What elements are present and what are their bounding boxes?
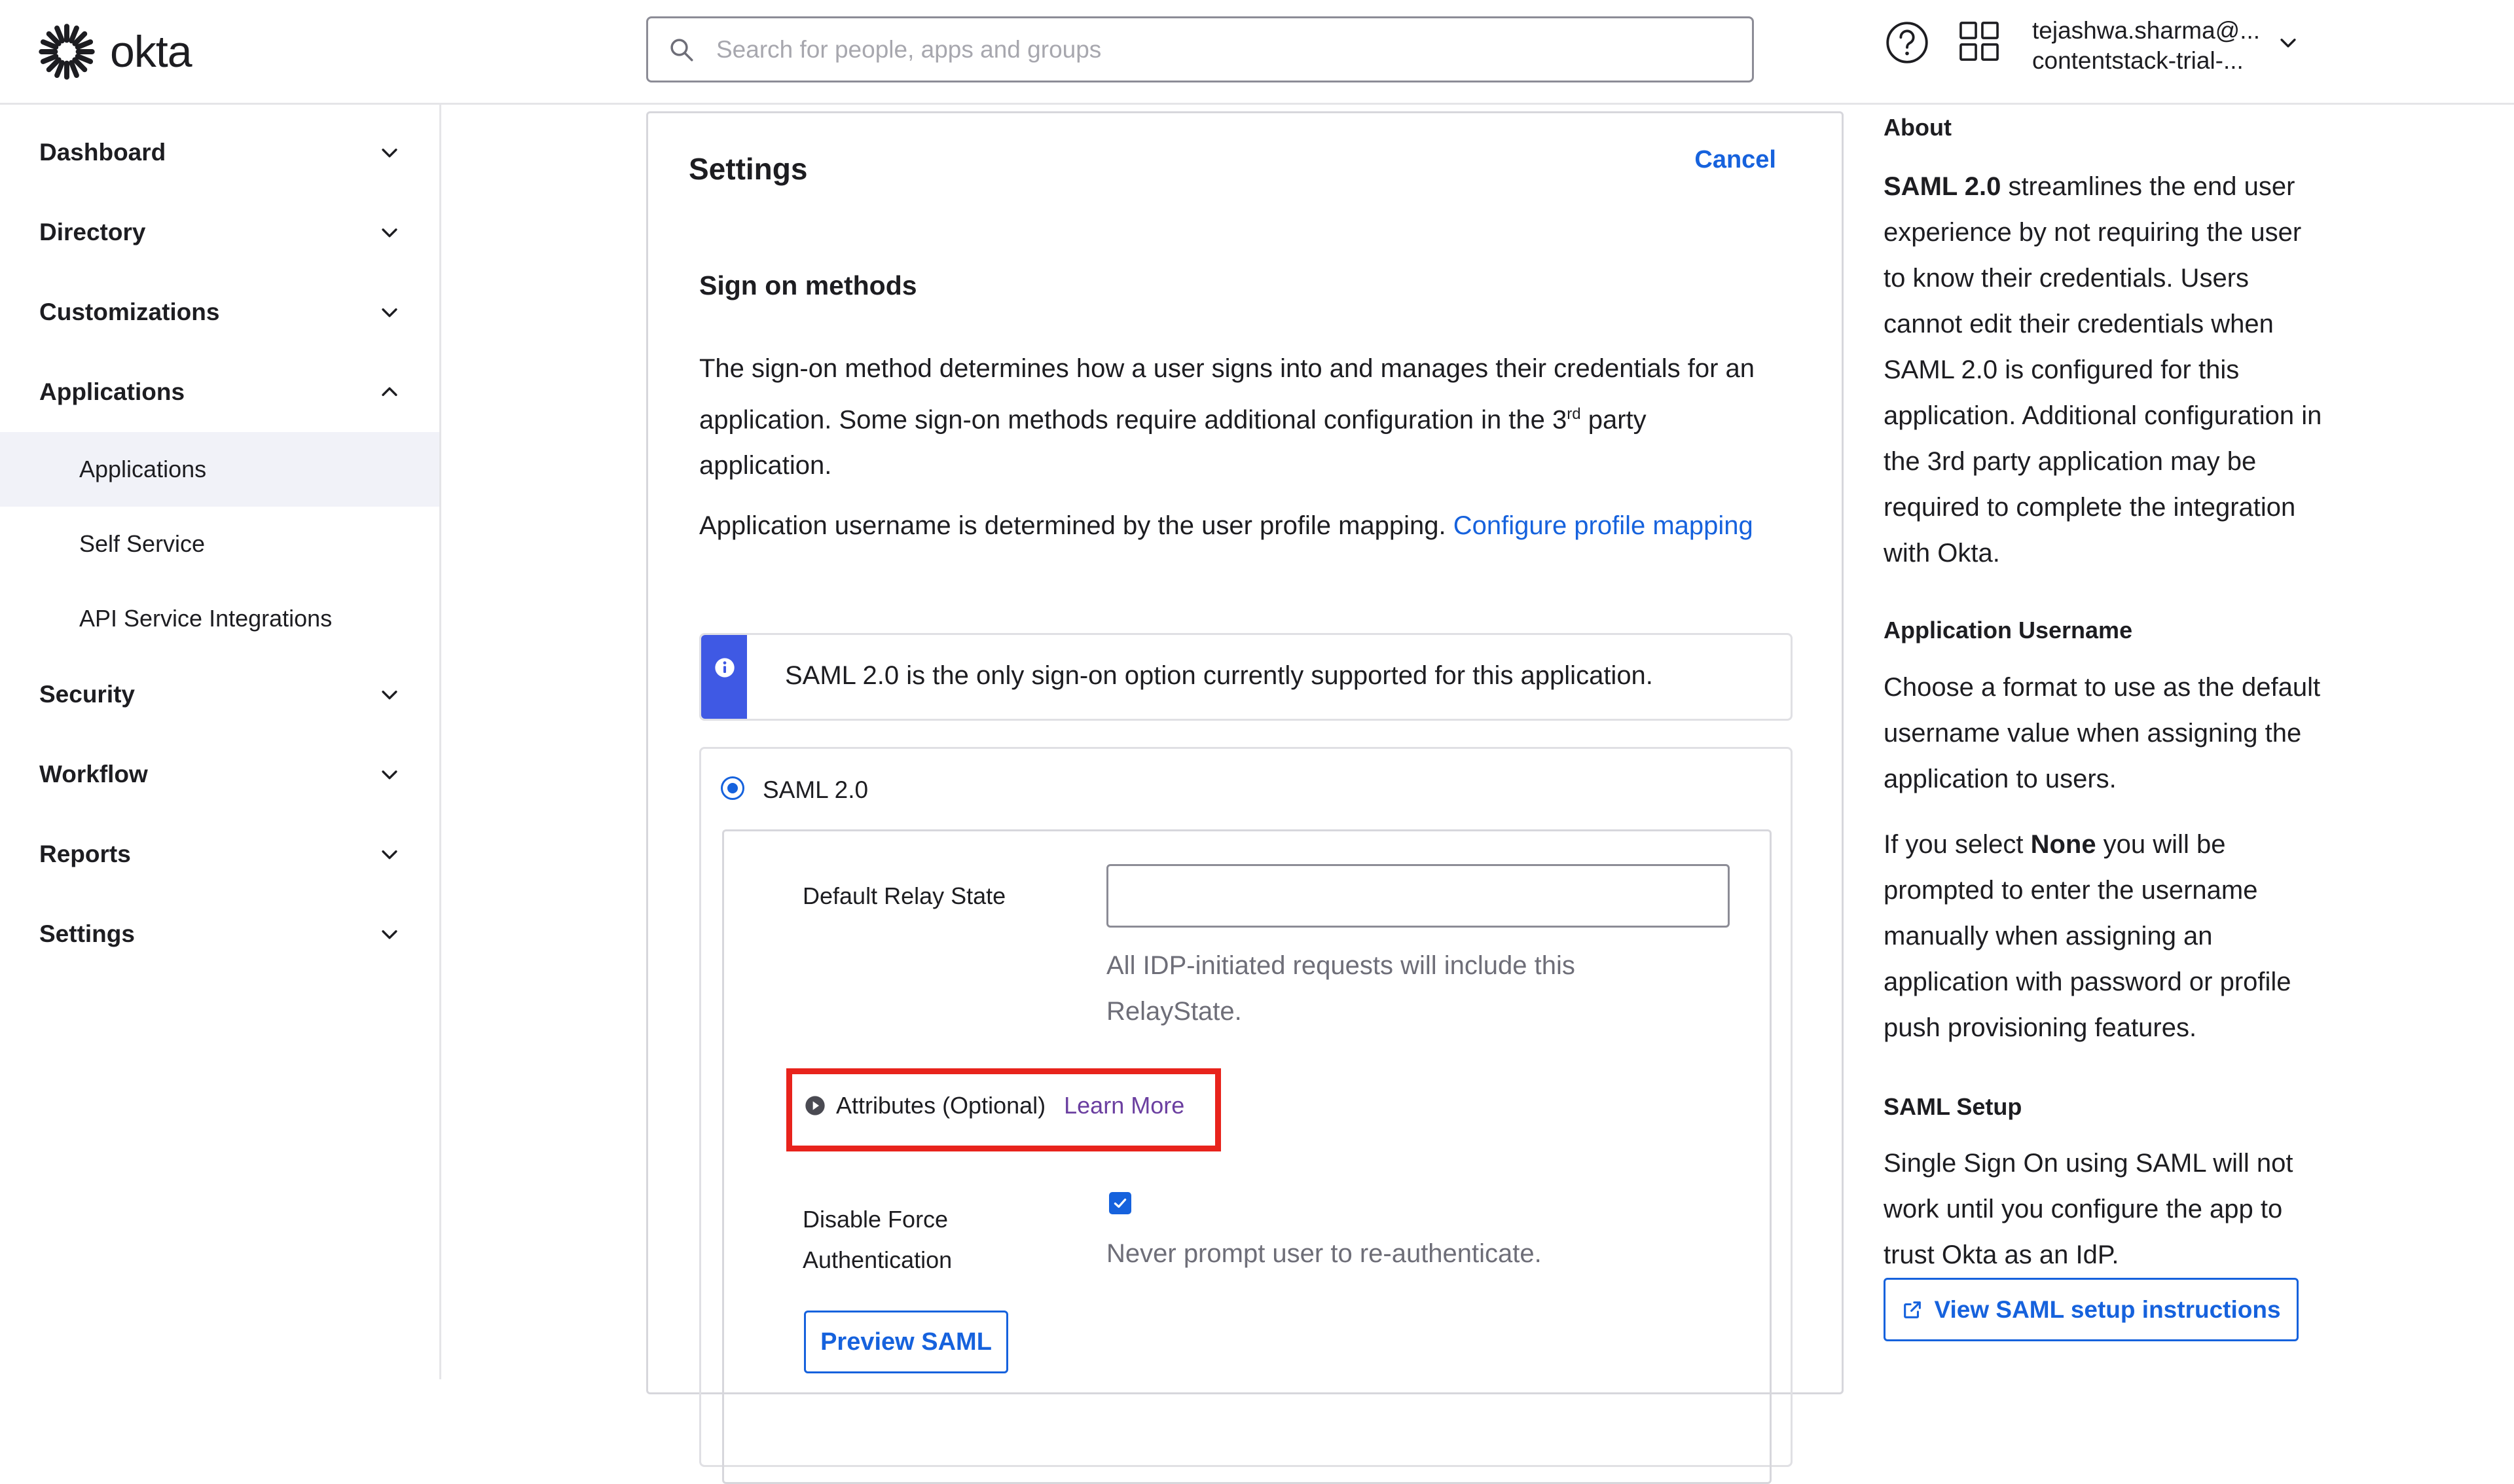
okta-sunburst-icon bbox=[39, 24, 95, 80]
chevron-up-icon bbox=[382, 387, 397, 396]
sidebar-subitem-self-service[interactable]: Self Service bbox=[0, 507, 439, 581]
help-icon[interactable] bbox=[1884, 20, 1930, 65]
none-text-pre: If you select bbox=[1884, 830, 2031, 859]
settings-card: Settings Cancel Sign on methods The sign… bbox=[646, 111, 1844, 1484]
sidebar-item-label: Customizations bbox=[39, 299, 220, 325]
card-title: Settings bbox=[689, 152, 808, 186]
about-text: streamlines the end user experience by n… bbox=[1884, 172, 2322, 568]
sidebar-item-customizations[interactable]: Customizations bbox=[0, 276, 439, 348]
sidebar-subitem-label: Self Service bbox=[79, 530, 206, 557]
saml-setup-paragraph: Single Sign On using SAML will not work … bbox=[1884, 1149, 2293, 1269]
chevron-down-icon bbox=[382, 228, 397, 238]
preview-saml-button[interactable]: Preview SAML bbox=[804, 1311, 1008, 1373]
none-bold-text: None bbox=[2030, 830, 2096, 859]
sidebar-item-reports[interactable]: Reports bbox=[0, 818, 439, 890]
user-menu[interactable]: tejashwa.sharma@... contentstack-trial-.… bbox=[2032, 16, 2260, 76]
configure-profile-mapping-link[interactable]: Configure profile mapping bbox=[1453, 511, 1753, 540]
chevron-down-icon bbox=[382, 691, 397, 700]
sidebar-nav: Dashboard Directory Customizations Appli… bbox=[0, 105, 441, 1379]
sidebar-item-label: Settings bbox=[39, 920, 135, 947]
app-username-paragraph: Choose a format to use as the default us… bbox=[1884, 673, 2321, 793]
sidebar-item-label: Directory bbox=[39, 219, 146, 245]
sidebar-subitem-label: API Service Integrations bbox=[79, 605, 333, 632]
attributes-toggle[interactable]: Attributes (Optional) Learn More bbox=[805, 1092, 1184, 1119]
sidebar-item-settings[interactable]: Settings bbox=[0, 898, 439, 970]
callout-text: SAML 2.0 is the only sign-on option curr… bbox=[785, 661, 1653, 690]
description-superscript: rd bbox=[1567, 405, 1581, 423]
chevron-down-icon[interactable] bbox=[2277, 31, 2299, 54]
relay-state-hint: All IDP-initiated requests will include … bbox=[1106, 951, 1575, 1026]
sidebar-item-label: Applications bbox=[39, 378, 185, 405]
info-icon bbox=[715, 658, 735, 678]
none-option-paragraph: If you select None you will be prompted … bbox=[1884, 822, 2329, 1051]
sidebar-item-label: Security bbox=[39, 681, 136, 708]
disable-force-auth-checkbox[interactable] bbox=[1109, 1192, 1131, 1214]
sidebar-subitem-label: Applications bbox=[79, 456, 207, 482]
external-link-icon bbox=[1904, 1301, 1922, 1318]
relay-state-input[interactable] bbox=[1106, 864, 1730, 928]
sidebar-subitem-applications[interactable]: Applications bbox=[0, 432, 439, 507]
sidebar-item-label: Dashboard bbox=[39, 139, 166, 166]
chevron-down-icon bbox=[382, 770, 397, 780]
callout-accent-bar bbox=[701, 635, 747, 719]
top-header: okta tejashwa.sharma@... contentstack-tr… bbox=[0, 0, 2514, 105]
expand-arrow-icon bbox=[805, 1096, 825, 1115]
sidebar-item-dashboard[interactable]: Dashboard bbox=[0, 117, 439, 189]
disable-force-auth-label: Disable Force Authentication bbox=[803, 1206, 953, 1273]
saml-settings-panel: Default Relay State All IDP-initiated re… bbox=[722, 829, 1772, 1484]
view-saml-setup-label: View SAML setup instructions bbox=[1934, 1295, 2281, 1323]
chevron-down-icon bbox=[382, 930, 397, 939]
saml-setup-heading: SAML Setup bbox=[1884, 1093, 2022, 1120]
chevron-down-icon bbox=[382, 149, 397, 158]
view-saml-setup-button[interactable]: View SAML setup instructions bbox=[1884, 1278, 2299, 1341]
sidebar-item-label: Reports bbox=[39, 841, 131, 867]
search-icon bbox=[670, 38, 693, 61]
chevron-down-icon bbox=[382, 850, 397, 860]
sidebar-item-security[interactable]: Security bbox=[0, 659, 439, 731]
disable-force-auth-hint: Never prompt user to re-authenticate. bbox=[1106, 1239, 1542, 1268]
sidebar-subitem-api-service-integrations[interactable]: API Service Integrations bbox=[0, 581, 439, 656]
about-heading: About bbox=[1884, 114, 1952, 141]
saml-radio-button[interactable] bbox=[721, 776, 744, 800]
checkmark-icon bbox=[1114, 1198, 1127, 1208]
app-grid-icon[interactable] bbox=[1958, 20, 2001, 63]
info-callout: SAML 2.0 is the only sign-on option curr… bbox=[699, 633, 1793, 721]
search-bar[interactable] bbox=[646, 16, 1754, 82]
sidebar-item-label: Workflow bbox=[39, 761, 148, 787]
none-text-post: you will be prompted to enter the userna… bbox=[1884, 830, 2291, 1042]
section-title: Sign on methods bbox=[699, 270, 917, 300]
saml-option-label: SAML 2.0 bbox=[763, 776, 869, 803]
sidebar-item-applications[interactable]: Applications bbox=[0, 356, 439, 428]
okta-logo[interactable]: okta bbox=[38, 22, 192, 81]
cancel-link[interactable]: Cancel bbox=[1694, 146, 1776, 174]
sign-on-description: The sign-on method determines how a user… bbox=[699, 346, 1773, 488]
relay-state-label: Default Relay State bbox=[803, 882, 1006, 909]
username-text: Application username is determined by th… bbox=[699, 511, 1446, 540]
attributes-label: Attributes (Optional) bbox=[836, 1092, 1046, 1119]
learn-more-link[interactable]: Learn More bbox=[1064, 1092, 1184, 1119]
logo-text: okta bbox=[110, 27, 192, 77]
saml-option-box: SAML 2.0 Default Relay State All IDP-ini… bbox=[699, 747, 1793, 1484]
user-org: contentstack-trial-... bbox=[2032, 47, 2244, 74]
username-description: Application username is determined by th… bbox=[699, 503, 1773, 549]
sidebar-item-workflow[interactable]: Workflow bbox=[0, 738, 439, 810]
search-input[interactable] bbox=[715, 35, 1700, 64]
app-username-heading: Application Username bbox=[1884, 617, 2133, 643]
chevron-down-icon bbox=[382, 308, 397, 317]
about-bold-text: SAML 2.0 bbox=[1884, 172, 2001, 201]
user-email: tejashwa.sharma@... bbox=[2032, 17, 2261, 44]
sidebar-item-directory[interactable]: Directory bbox=[0, 196, 439, 268]
about-paragraph: SAML 2.0 streamlines the end user experi… bbox=[1884, 164, 2329, 576]
